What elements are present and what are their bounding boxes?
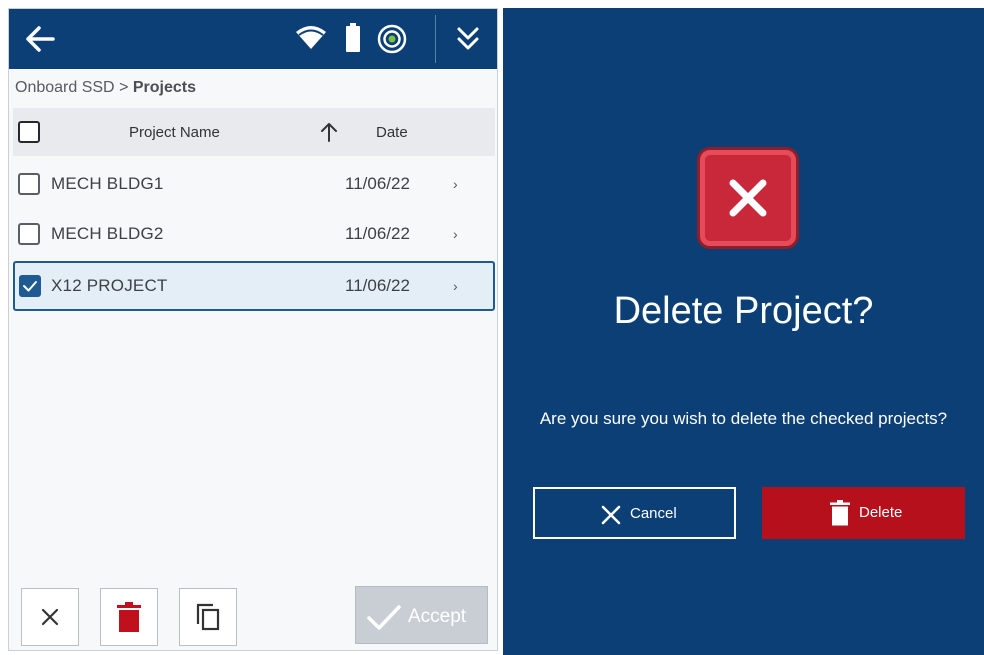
column-header-date[interactable]: Date [376, 124, 408, 141]
trash-icon [117, 602, 141, 632]
trash-icon [830, 500, 850, 526]
chevron-right-icon[interactable]: › [453, 226, 458, 242]
copy-icon [196, 603, 220, 631]
project-name: X12 PROJECT [51, 276, 168, 295]
column-header-project-name[interactable]: Project Name [129, 124, 220, 141]
chevron-right-icon[interactable]: › [453, 278, 458, 294]
list-item-selected[interactable]: X12 PROJECT 11/06/22 › [13, 261, 495, 311]
project-name: MECH BLDG2 [51, 224, 164, 243]
collapse-menu-button[interactable] [449, 22, 487, 56]
chevron-right-icon[interactable]: › [453, 176, 458, 192]
breadcrumb-path[interactable]: Onboard SSD [15, 79, 115, 96]
wifi-icon [296, 26, 326, 49]
project-date: 11/06/22 [345, 224, 410, 243]
cancel-label: Cancel [630, 505, 677, 522]
row-checkbox[interactable] [18, 223, 40, 245]
list-item[interactable]: MECH BLDG2 11/06/22 › [13, 209, 495, 259]
top-bar-divider [435, 15, 436, 63]
breadcrumb-separator: > [119, 79, 129, 96]
close-icon [729, 179, 767, 217]
delete-label: Delete [859, 504, 903, 521]
close-icon [41, 608, 59, 626]
error-badge [700, 150, 796, 246]
sort-ascending-button[interactable] [317, 120, 341, 144]
dialog-title: Delete Project? [613, 290, 874, 332]
cancel-button[interactable]: Cancel [533, 487, 736, 539]
gps-icon [377, 24, 407, 54]
list-header: Project Name Date [13, 108, 495, 156]
close-icon [601, 505, 621, 525]
breadcrumb: Onboard SSD > Projects [15, 79, 196, 97]
checkmark-icon [23, 281, 37, 292]
copy-button[interactable] [179, 588, 237, 646]
breadcrumb-current: Projects [132, 79, 196, 96]
arrow-left-icon [26, 26, 55, 52]
list-item[interactable]: MECH BLDG1 11/06/22 › [13, 159, 495, 209]
dialog-message: Are you sure you wish to delete the chec… [539, 409, 948, 428]
confirm-delete-button[interactable]: Delete [762, 487, 965, 539]
back-button[interactable] [23, 23, 59, 55]
double-chevron-down-icon [457, 27, 479, 50]
delete-confirm-dialog: Delete Project? Are you sure you wish to… [503, 8, 984, 655]
arrow-up-icon [321, 123, 337, 142]
footer-toolbar: Accept [9, 582, 497, 650]
select-all-checkbox[interactable] [18, 121, 40, 143]
row-checkbox-checked[interactable] [19, 275, 41, 297]
project-date: 11/06/22 [345, 276, 410, 295]
close-button[interactable] [21, 588, 79, 646]
project-list-screen: Onboard SSD > Projects Project Name Date… [8, 8, 498, 651]
accept-button[interactable]: Accept [355, 586, 488, 644]
delete-button[interactable] [100, 588, 158, 646]
project-date: 11/06/22 [345, 174, 410, 193]
accept-label: Accept [408, 606, 467, 627]
checkmark-icon [367, 605, 401, 630]
row-checkbox[interactable] [18, 173, 40, 195]
battery-icon [346, 23, 360, 52]
project-name: MECH BLDG1 [51, 174, 164, 193]
top-bar [9, 9, 497, 69]
